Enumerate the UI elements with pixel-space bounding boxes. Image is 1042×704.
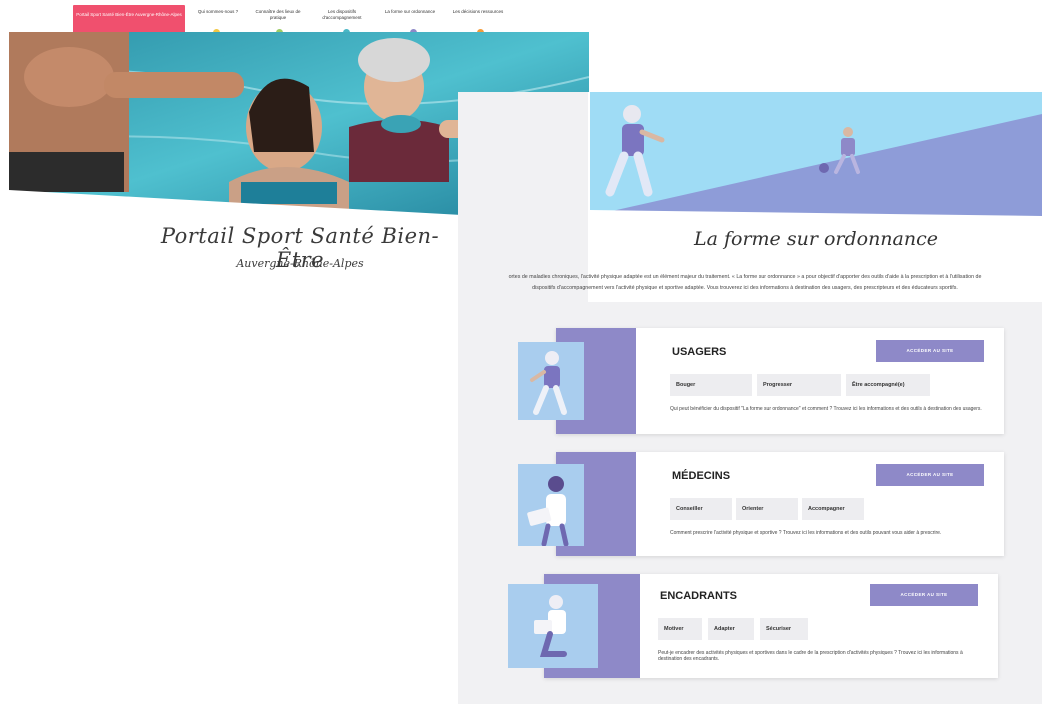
top-navigation: Portail Sport Santé Bien-Être Auvergne-R… [0,0,590,39]
portal-subtitle: Auvergne-Rhône-Alpes [236,257,364,270]
tag-securiser[interactable]: Sécuriser [760,618,808,640]
access-site-button[interactable]: ACCÉDER AU SITE [876,464,984,486]
card-usagers: USAGERS ACCÉDER AU SITE Bouger Progresse… [518,328,1004,434]
card-encadrants: ENCADRANTS ACCÉDER AU SITE Motiver Adapt… [508,574,998,678]
doctor-illustration-icon [518,464,584,547]
tag-orienter[interactable]: Orienter [736,498,798,520]
ordonnance-title: La forme sur ordonnance [694,228,938,250]
tag-accompagner[interactable]: Accompagner [802,498,864,520]
card-heading: MÉDECINS [672,470,731,482]
card-heading: ENCADRANTS [660,590,737,602]
nav-item-dispositifs[interactable]: Les dispositifs d'accompagnement [312,9,372,20]
card-description: Comment prescrire l'activité physique et… [670,530,942,536]
card-description: Qui peut bénéficier du dispositif "La fo… [670,406,982,412]
tag-adapter[interactable]: Adapter [708,618,754,640]
card-medecins: MÉDECINS ACCÉDER AU SITE Conseiller Orie… [518,452,1004,556]
tag-progresser[interactable]: Progresser [757,374,841,396]
nav-item-qui-sommes-nous[interactable]: Qui sommes-nous ? [188,9,248,15]
card-description: Peut-je encadrer des activités physiques… [658,650,963,662]
tag-etre-accompagne[interactable]: Être accompagné(e) [846,374,930,396]
card-heading: USAGERS [672,346,727,358]
runner-head-icon [623,105,641,123]
tag-conseiller[interactable]: Conseiller [670,498,732,520]
ordonnance-intro-text: ortes de maladies chroniques, l'activité… [508,274,982,291]
tag-bouger[interactable]: Bouger [670,374,752,396]
running-banner [590,92,1042,216]
access-site-button[interactable]: ACCÉDER AU SITE [870,584,978,606]
coach-illustration-icon [508,584,598,668]
access-site-button[interactable]: ACCÉDER AU SITE [876,340,984,362]
nav-item-ressources[interactable]: Les décisions ressources [448,9,508,15]
tag-motiver[interactable]: Motiver [658,618,702,640]
runner-illustration-icon [518,342,584,420]
nav-item-lieux-de-pratique[interactable]: Connaître des lieux de pratique [248,9,308,20]
nav-item-forme-sur-ordonnance[interactable]: La forme sur ordonnance [380,9,440,15]
